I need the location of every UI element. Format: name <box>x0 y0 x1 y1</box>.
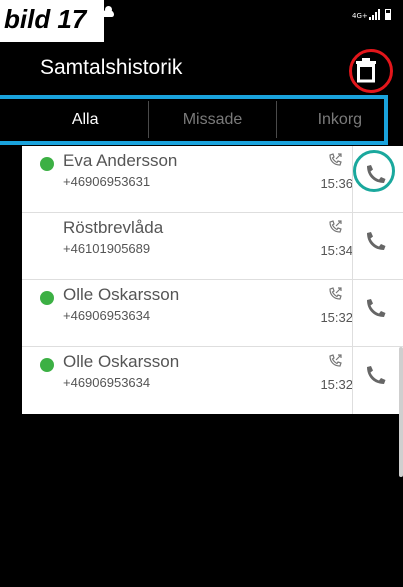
contact-number: +46906953634 <box>63 308 151 323</box>
presence-dot <box>40 291 54 305</box>
presence-dot <box>40 157 54 171</box>
call-time: 15:36 <box>320 176 353 191</box>
signal-icon <box>369 9 380 20</box>
battery-icon <box>385 9 391 20</box>
highlight-box-blue <box>0 95 388 145</box>
trash-icon[interactable] <box>354 57 378 83</box>
network-type: 4G+ <box>352 12 368 20</box>
contact-number: +46906953634 <box>63 375 151 390</box>
phone-icon[interactable] <box>362 162 388 188</box>
call-time: 15:32 <box>320 377 353 392</box>
call-time: 15:34 <box>320 243 353 258</box>
phone-icon[interactable] <box>362 296 388 322</box>
row-divider <box>352 213 353 279</box>
phone-icon[interactable] <box>362 363 388 389</box>
contact-name: Olle Oskarsson <box>63 352 180 371</box>
contact-number: +46101905689 <box>63 241 151 256</box>
contact-name: Röstbrevlåda <box>63 218 164 237</box>
phone-icon[interactable] <box>362 229 388 255</box>
scrollbar[interactable] <box>399 347 403 477</box>
contact-name: Eva Andersson <box>63 151 178 170</box>
outgoing-call-icon <box>329 153 342 166</box>
call-row[interactable]: Eva Andersson +46906953631 15:36 <box>22 146 403 213</box>
call-row[interactable]: Olle Oskarsson +46906953634 15:32 <box>22 347 403 414</box>
row-divider <box>352 280 353 346</box>
call-history-list: Eva Andersson +46906953631 15:36 Röstbre… <box>22 146 403 414</box>
annotation-label: bild 17 <box>0 0 104 42</box>
call-row[interactable]: Olle Oskarsson +46906953634 15:32 <box>22 280 403 347</box>
outgoing-call-icon <box>329 287 342 300</box>
presence-dot <box>40 358 54 372</box>
outgoing-call-icon <box>329 354 342 367</box>
call-time: 15:32 <box>320 310 353 325</box>
status-icons: 4G+ <box>352 6 391 20</box>
outgoing-call-icon <box>329 220 342 233</box>
page-title: Samtalshistorik <box>40 56 183 79</box>
annotation-label-text: bild 17 <box>4 4 87 34</box>
row-divider <box>352 146 353 212</box>
app-header: Samtalshistorik <box>22 40 403 95</box>
phone-screen: 4G+ Samtalshistorik Alla Missade Inkorg … <box>22 0 403 587</box>
contact-name: Olle Oskarsson <box>63 285 180 304</box>
row-divider <box>352 347 353 414</box>
contact-number: +46906953631 <box>63 174 151 189</box>
call-row[interactable]: Röstbrevlåda +46101905689 15:34 <box>22 213 403 280</box>
